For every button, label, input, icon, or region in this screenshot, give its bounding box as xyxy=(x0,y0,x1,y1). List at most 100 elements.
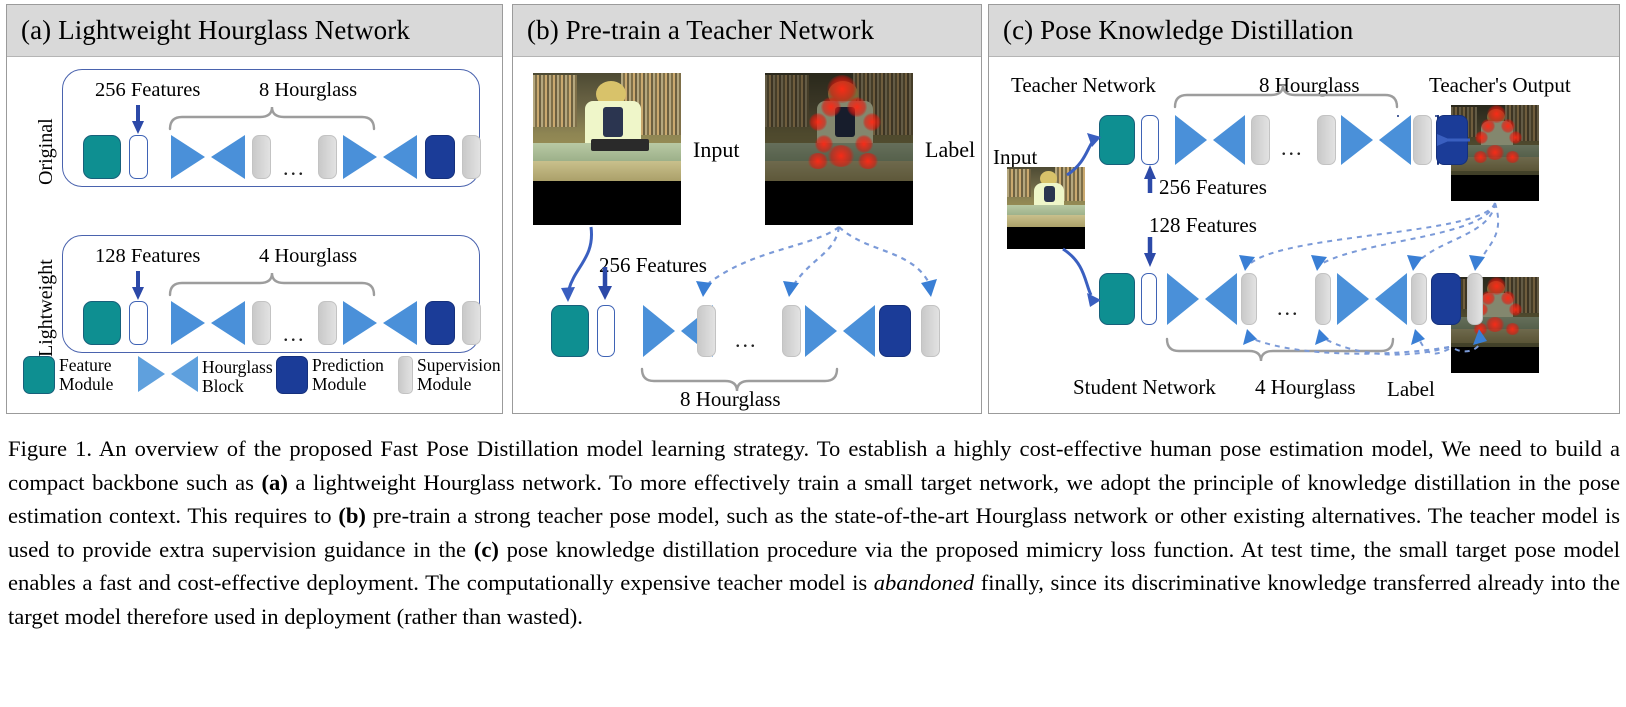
teacher-feature-vector-block xyxy=(1141,115,1159,165)
student-hourglass-block xyxy=(1167,273,1237,325)
prediction-module-block xyxy=(425,135,455,179)
figure-caption: Figure 1. An overview of the proposed Fa… xyxy=(8,432,1620,633)
student-supervision-module-block xyxy=(1241,273,1257,325)
label-label: Label xyxy=(925,137,976,162)
student-supervision-module-block xyxy=(1467,273,1483,325)
prediction-module-block xyxy=(425,301,455,345)
student-hourglass-label: 4 Hourglass xyxy=(1255,375,1356,399)
panel-b-title: (b) Pre-train a Teacher Network xyxy=(527,15,875,45)
teacher-prediction-module-final xyxy=(1436,115,1468,165)
student-network-label: Student Network xyxy=(1073,375,1216,399)
ellipsis-dots: ... xyxy=(283,321,306,346)
supervision-module-block xyxy=(252,301,271,345)
teacher-hourglass-label: 8 Hourglass xyxy=(1259,73,1360,97)
teacher-supervision-module-block xyxy=(1251,115,1270,165)
prediction-module-swatch xyxy=(276,356,308,394)
hourglass-block xyxy=(805,305,875,357)
teacher-feature-module-block xyxy=(1099,115,1135,165)
panel-b-header: (b) Pre-train a Teacher Network xyxy=(513,5,981,57)
student-supervision-module-block xyxy=(1315,273,1331,325)
panel-c-header: (c) Pose Knowledge Distillation xyxy=(989,5,1619,57)
panel-b-body: Input Label 256 Features ... 8 Hourglass xyxy=(513,57,981,414)
student-ellipsis-dots: ... xyxy=(1277,295,1300,320)
lightweight-hourglass-label: 4 Hourglass xyxy=(259,245,358,267)
legend-label-line1: Supervision xyxy=(417,355,501,375)
row-label-lightweight: Lightweight xyxy=(35,259,57,357)
supervision-module-block xyxy=(697,305,716,357)
teacher-output-label: Teacher's Output xyxy=(1429,73,1571,97)
original-features-label: 256 Features xyxy=(95,79,201,101)
legend-label-line2: Module xyxy=(417,374,472,394)
hourglass-block xyxy=(343,301,417,345)
caption-prefix: Figure 1. xyxy=(8,436,93,461)
hourglass-block-swatch xyxy=(138,356,198,397)
original-hourglass-label: 8 Hourglass xyxy=(259,79,358,101)
student-feature-vector-block xyxy=(1141,273,1157,325)
supervision-module-block xyxy=(782,305,801,357)
panel-a-lightweight-hourglass-network: (a) Lightweight Hourglass Network Origin… xyxy=(6,4,503,414)
panel-a-title: (a) Lightweight Hourglass Network xyxy=(21,15,410,45)
hourglass-block xyxy=(171,135,245,179)
teacher-network-label: Teacher Network xyxy=(1011,73,1156,97)
ellipsis-dots: ... xyxy=(283,155,306,180)
input-label: Input xyxy=(693,137,740,162)
row-label-original: Original xyxy=(35,118,57,185)
teacher-hourglass-block xyxy=(1341,115,1411,165)
hourglass-block xyxy=(343,135,417,179)
caption-bold-a: (a) xyxy=(261,469,288,495)
legend-label-line1: Prediction xyxy=(312,355,384,375)
panel-a-body: Original Lightweight 256 Features 8 Hour… xyxy=(7,57,502,414)
label-heatmap-thumbnail xyxy=(765,73,913,225)
supervision-module-block xyxy=(318,301,337,345)
teacher-prediction-module-block xyxy=(1397,115,1399,117)
legend-item-prediction-module: Prediction Module xyxy=(276,356,384,394)
feature-module-block xyxy=(551,305,589,357)
panel-c-pose-knowledge-distillation: (c) Pose Knowledge Distillation Teacher … xyxy=(988,4,1620,414)
caption-bold-b: (b) xyxy=(338,503,366,528)
student-features-label: 128 Features xyxy=(1149,213,1257,237)
caption-bold-c: (c) xyxy=(473,536,499,562)
legend-label-line2: Module xyxy=(312,374,367,394)
feature-module-swatch xyxy=(23,356,55,394)
feature-module-block xyxy=(83,135,121,179)
supervision-module-swatch xyxy=(398,356,413,394)
legend-label-line1: Hourglass xyxy=(202,356,273,377)
supervision-module-block xyxy=(318,135,337,179)
features-label: 256 Features xyxy=(599,253,707,277)
input-image-thumbnail xyxy=(1007,167,1085,249)
prediction-module-block xyxy=(879,305,911,357)
hourglass-block xyxy=(171,301,245,345)
feature-vector-block xyxy=(129,135,148,179)
supervision-module-block xyxy=(462,135,481,179)
panel-b-pre-train-teacher-network: (b) Pre-train a Teacher Network Input La… xyxy=(512,4,982,414)
supervision-module-block xyxy=(462,301,481,345)
legend-label-line1: Feature xyxy=(59,355,112,375)
lightweight-features-label: 128 Features xyxy=(95,245,201,267)
student-hourglass-block xyxy=(1337,273,1407,325)
label-heatmap-thumbnail xyxy=(1451,277,1539,373)
panel-a-header: (a) Lightweight Hourglass Network xyxy=(7,5,502,57)
label-label: Label xyxy=(1387,377,1435,401)
input-image-thumbnail xyxy=(533,73,681,225)
panel-row: (a) Lightweight Hourglass Network Origin… xyxy=(0,0,1626,418)
legend-item-feature-module: Feature Module xyxy=(23,356,113,394)
student-supervision-module-block xyxy=(1411,273,1427,325)
teacher-features-label: 256 Features xyxy=(1159,175,1267,199)
panel-c-body: Teacher Network 8 Hourglass Teacher's Ou… xyxy=(989,57,1619,414)
legend-label-line2: Module xyxy=(59,374,114,394)
student-feature-module-block xyxy=(1099,273,1135,325)
legend-label-line2: Block xyxy=(202,375,244,396)
teacher-supervision-module-block xyxy=(1317,115,1336,165)
teacher-supervision-module-block xyxy=(1413,115,1432,165)
ellipsis-dots: ... xyxy=(735,327,758,352)
supervision-module-block xyxy=(252,135,271,179)
student-prediction-module-block xyxy=(1431,273,1461,325)
feature-vector-block xyxy=(597,305,615,357)
legend-item-hourglass-block: Hourglass Block xyxy=(138,356,273,397)
legend-item-supervision-module: Supervision Module xyxy=(398,356,501,394)
feature-module-block xyxy=(83,301,121,345)
teacher-hourglass-block xyxy=(1175,115,1245,165)
supervision-module-block xyxy=(921,305,940,357)
feature-vector-block xyxy=(129,301,148,345)
teacher-ellipsis-dots: ... xyxy=(1281,135,1304,160)
